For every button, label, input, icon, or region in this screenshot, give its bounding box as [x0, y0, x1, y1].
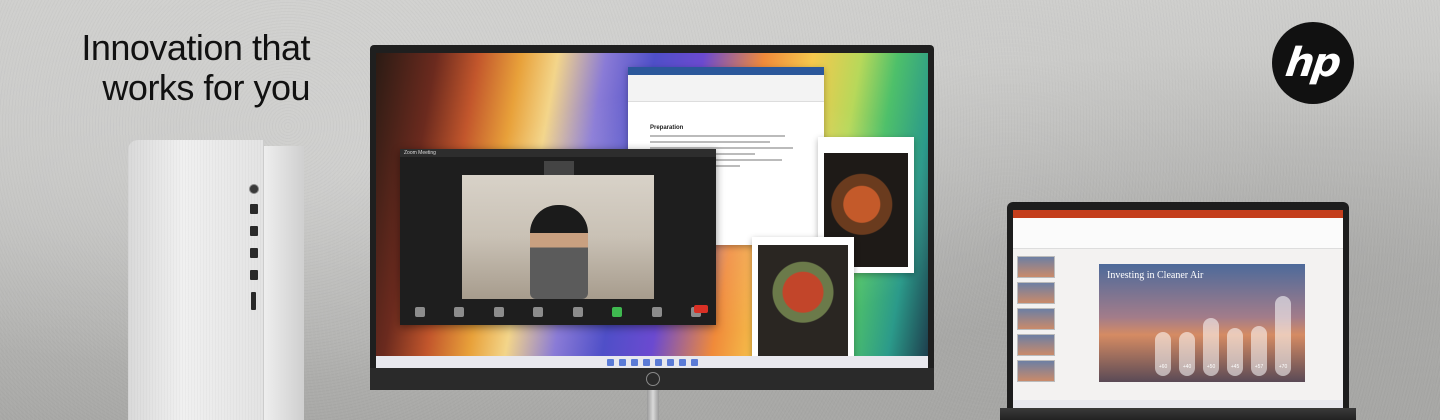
headline-line-1: Innovation that [81, 27, 310, 68]
usb-port-icon [250, 226, 258, 236]
powerpoint-titlebar [1013, 210, 1343, 218]
slide-bar-label: +40 [1182, 364, 1192, 370]
laptop-base [1000, 408, 1356, 420]
headline: Innovation that works for you [30, 28, 310, 108]
slide-bar: +57 [1251, 326, 1267, 376]
participants-icon[interactable] [533, 307, 544, 317]
monitor-screen: Preparation Zoom Meeting [376, 53, 928, 368]
video-call-window: Zoom Meeting [400, 149, 716, 325]
word-titlebar [628, 67, 824, 75]
hp-monitor-logo-icon [646, 372, 660, 386]
laptop-screen: Investing in Cleaner Air +60 +40 +50 +45 +57… [1013, 210, 1343, 412]
text-line [650, 141, 770, 143]
hp-logo-text: hp [1283, 40, 1343, 86]
app-icon[interactable] [690, 358, 698, 366]
slide-thumbnail[interactable] [1017, 282, 1055, 304]
app-icon[interactable] [630, 358, 638, 366]
taskbar [376, 356, 928, 368]
desktop-tower [128, 140, 304, 420]
power-button-icon [249, 184, 259, 194]
monitor: Preparation Zoom Meeting [370, 45, 934, 390]
laptop: Investing in Cleaner Air +60 +40 +50 +45 +57… [1007, 202, 1349, 420]
slide-bar: +40 [1179, 332, 1195, 376]
card-slot-icon [251, 292, 256, 310]
slide-thumbnail[interactable] [1017, 256, 1055, 278]
slide-bar-label: +57 [1254, 364, 1264, 370]
slide-title: Investing in Cleaner Air [1107, 270, 1204, 281]
slide-bar-label: +50 [1206, 364, 1216, 370]
call-controls [400, 299, 716, 325]
slide-bar-label: +45 [1230, 364, 1240, 370]
text-line [650, 135, 785, 137]
slide-bar: +50 [1203, 318, 1219, 376]
slide-thumbnail[interactable] [1017, 360, 1055, 382]
slide-bar: +70 [1275, 296, 1291, 376]
security-icon[interactable] [493, 307, 504, 317]
presentation-slide: Investing in Cleaner Air +60 +40 +50 +45 +57… [1099, 264, 1305, 382]
headline-line-2: works for you [102, 67, 310, 108]
hp-logo[interactable]: hp [1272, 22, 1354, 104]
usb-port-icon [250, 204, 258, 214]
app-icon[interactable] [654, 358, 662, 366]
search-icon[interactable] [618, 358, 626, 366]
food-photo [758, 245, 848, 363]
word-ribbon [628, 75, 824, 102]
app-icon[interactable] [642, 358, 650, 366]
mute-icon[interactable] [414, 307, 425, 317]
slide-bar: +45 [1227, 328, 1243, 376]
slide-bar: +60 [1155, 332, 1171, 376]
slide-bar-label: +60 [1158, 364, 1168, 370]
slide-thumbnail[interactable] [1017, 334, 1055, 356]
monitor-chin [370, 368, 934, 390]
tower-front-panel [128, 140, 264, 420]
powerpoint-ribbon [1013, 218, 1343, 249]
app-icon[interactable] [666, 358, 674, 366]
start-icon[interactable] [606, 358, 614, 366]
video-feed [462, 175, 654, 299]
speaker-figure [530, 205, 588, 299]
monitor-stand [647, 390, 659, 420]
slide-thumbnail[interactable] [1017, 308, 1055, 330]
tower-side-panel [264, 146, 304, 420]
hp-banner: Innovation that works for you hp Prepara… [0, 0, 1440, 420]
end-call-button[interactable] [694, 305, 708, 313]
chat-icon[interactable] [572, 307, 583, 317]
usb-port-icon [250, 248, 258, 258]
video-call-title: Zoom Meeting [400, 149, 716, 157]
slide-bars: +60 +40 +50 +45 +57 +70 [1155, 290, 1295, 376]
video-icon[interactable] [454, 307, 465, 317]
usb-port-icon [250, 270, 258, 280]
share-screen-icon[interactable] [612, 307, 623, 317]
slide-bar-label: +70 [1278, 364, 1288, 370]
app-icon[interactable] [678, 358, 686, 366]
photo-card [752, 237, 854, 368]
record-icon[interactable] [651, 307, 662, 317]
word-heading: Preparation [650, 125, 684, 131]
slide-thumbnails [1017, 256, 1055, 386]
